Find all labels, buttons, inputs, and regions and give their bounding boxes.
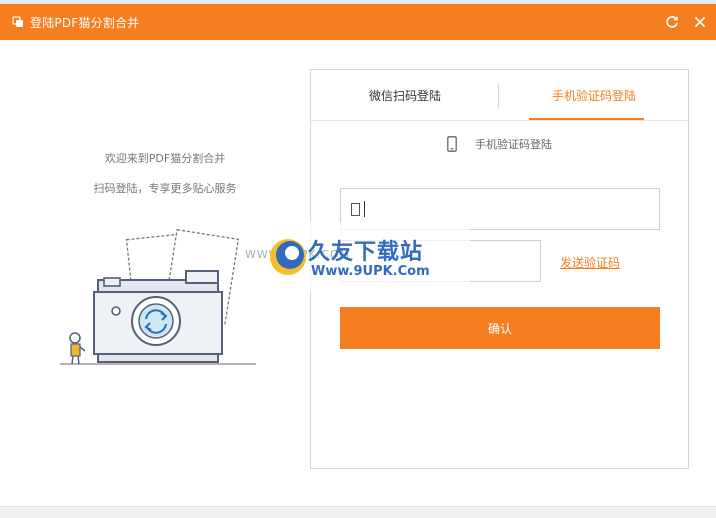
close-icon[interactable] xyxy=(692,14,708,30)
input-prefix-icon xyxy=(351,202,360,216)
welcome-line-1: 欢迎来到PDF猫分割合并 xyxy=(104,152,226,165)
send-code-link[interactable]: 发送验证码 xyxy=(560,254,620,271)
mobile-phone-icon xyxy=(447,136,457,152)
confirm-button[interactable]: 确认 xyxy=(340,307,660,349)
title-bar: 登陆PDF猫分割合并 xyxy=(0,4,716,40)
camera-illustration xyxy=(60,228,256,365)
watermark-brand-en: Www.9UPK.Com xyxy=(311,264,430,279)
active-tab-underline xyxy=(529,118,644,120)
refresh-icon[interactable] xyxy=(664,14,680,30)
welcome-line-2: 扫码登陆，专享更多贴心服务 xyxy=(93,182,237,195)
tab-phone-code[interactable]: 手机验证码登陆 xyxy=(500,70,688,121)
watermark-logo-icon xyxy=(270,239,306,275)
tab-wechat-scan[interactable]: 微信扫码登陆 xyxy=(311,70,499,121)
watermark-brand-cn: 久友下载站 xyxy=(308,240,424,265)
sub-heading-text: 手机验证码登陆 xyxy=(475,138,552,151)
login-tabs: 微信扫码登陆 手机验证码登陆 xyxy=(311,70,688,121)
window-title: 登陆PDF猫分割合并 xyxy=(30,15,140,30)
app-logo-icon xyxy=(12,16,24,28)
phone-number-input[interactable] xyxy=(364,201,659,217)
window-bottom-strip xyxy=(0,506,716,518)
sub-heading: 手机验证码登陆 xyxy=(311,136,688,152)
site-watermark: WWW.9UPK.COM 久友下载站 Www.9UPK.Com xyxy=(245,222,470,292)
tab-divider xyxy=(498,84,499,108)
